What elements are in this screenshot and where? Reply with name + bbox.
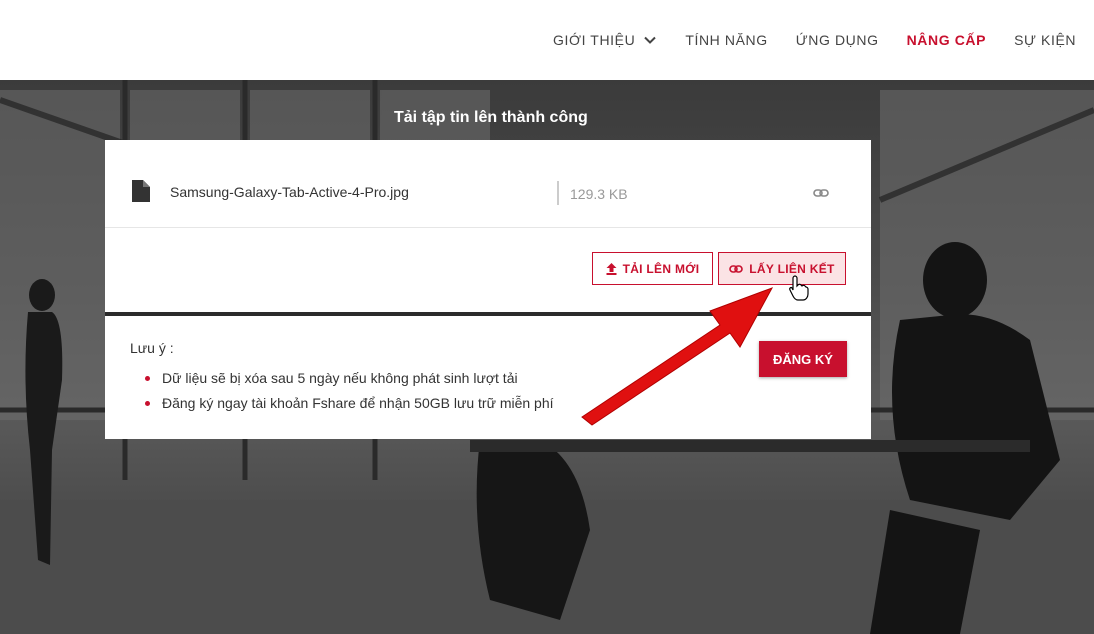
nav-item-label: SỰ KIỆN xyxy=(1014,32,1077,48)
red-arrow-annotation xyxy=(581,287,774,426)
file-icon xyxy=(132,180,150,202)
nav-item-su-kien[interactable]: SỰ KIỆN xyxy=(1014,32,1076,48)
nav-item-tinh-nang[interactable]: TÍNH NĂNG xyxy=(685,32,767,48)
nav-item-gioi-thieu[interactable]: GIỚI THIỆU xyxy=(553,32,657,48)
notes-title: Lưu ý : xyxy=(130,340,174,356)
nav-item-nang-cap[interactable]: NÂNG CẤP xyxy=(907,32,986,48)
main-nav: GIỚI THIỆU TÍNH NĂNG ỨNG DỤNG NÂNG CẤP S… xyxy=(553,0,1094,80)
file-name[interactable]: Samsung-Galaxy-Tab-Active-4-Pro.jpg xyxy=(170,184,409,200)
nav-item-label: GIỚI THIỆU xyxy=(553,32,636,48)
divider xyxy=(557,181,559,205)
list-item: Đăng ký ngay tài khoản Fshare để nhận 50… xyxy=(145,395,554,420)
link-icon[interactable] xyxy=(813,185,829,201)
list-item: Dữ liệu sẽ bị xóa sau 5 ngày nếu không p… xyxy=(145,370,554,395)
chevron-down-icon xyxy=(644,36,657,44)
nav-item-label: NÂNG CẤP xyxy=(906,32,987,48)
nav-item-label: TÍNH NĂNG xyxy=(685,32,768,48)
file-size: 129.3 KB xyxy=(570,186,628,202)
notes-list: Dữ liệu sẽ bị xóa sau 5 ngày nếu không p… xyxy=(145,370,554,420)
get-link-label: LẤY LIÊN KẾT xyxy=(749,261,835,276)
upload-icon xyxy=(606,262,617,275)
file-row: Samsung-Galaxy-Tab-Active-4-Pro.jpg 129.… xyxy=(105,140,871,228)
upload-new-label: TẢI LÊN MỚI xyxy=(622,261,700,276)
top-navigation-bar: GIỚI THIỆU TÍNH NĂNG ỨNG DỤNG NÂNG CẤP S… xyxy=(0,0,1094,80)
upload-success-heading: Tải tập tin lên thành công xyxy=(394,109,588,126)
hand-pointer-icon xyxy=(789,275,809,301)
nav-item-label: ỨNG DỤNG xyxy=(795,32,879,48)
link-icon xyxy=(729,264,744,273)
nav-item-ung-dung[interactable]: ỨNG DỤNG xyxy=(796,32,879,48)
